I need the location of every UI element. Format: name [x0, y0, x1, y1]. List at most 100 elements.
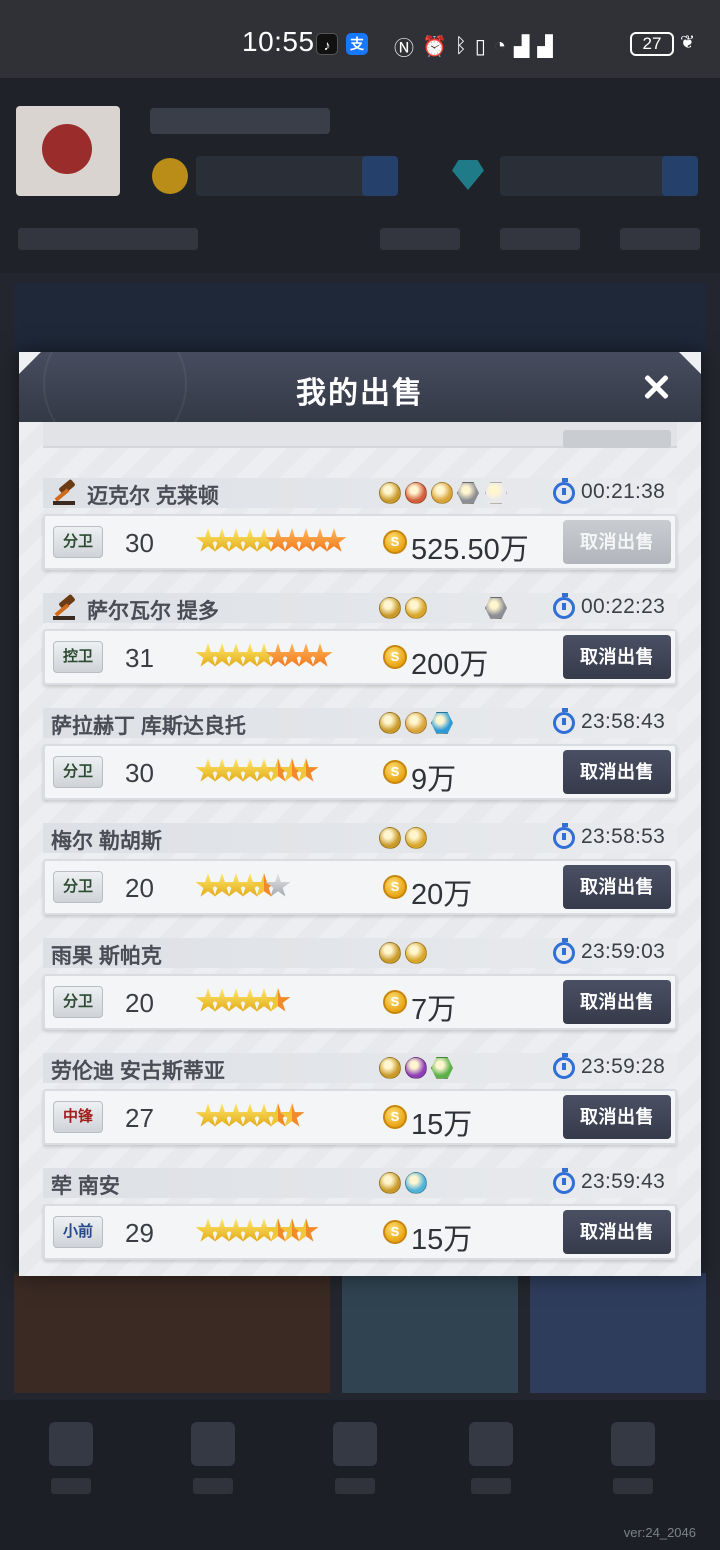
timer-icon	[553, 823, 575, 849]
timer-icon	[553, 708, 575, 734]
list-item: 荦 南安 23:59:43 小前 29 S 15万 取消出售	[43, 1168, 677, 1262]
player-name: 劳伦迪 安古斯蒂亚	[51, 1060, 225, 1083]
position-badge: 控卫	[53, 641, 103, 673]
timer-icon	[553, 593, 575, 619]
list-item: 雨果 斯帕克 23:59:03 分卫 20 S 7万 取消出售	[43, 938, 677, 1032]
skill-badge-icon	[379, 1057, 401, 1079]
skill-badges	[379, 1172, 529, 1194]
timer-icon	[553, 938, 575, 964]
listing-header: 劳伦迪 安古斯蒂亚 23:59:28	[43, 1053, 677, 1083]
list-item: 梅尔 勒胡斯 23:58:53 分卫 20 S 20万 取消出售	[43, 823, 677, 917]
listing-details: 分卫 20 S 7万 取消出售	[43, 974, 677, 1030]
listing-header: 萨尔瓦尔 提多 00:22:23	[43, 593, 677, 623]
coin-icon: S	[383, 1220, 407, 1244]
list-item-partial	[43, 422, 677, 448]
list-item: 萨拉赫丁 库斯达良托 23:58:43 分卫 30 S 9万 取消出售	[43, 708, 677, 802]
skill-badge-icon	[379, 827, 401, 849]
time-remaining: 23:59:03	[581, 940, 666, 963]
list-item: 萨尔瓦尔 提多 00:22:23 控卫 31 S 200万 取消出售	[43, 593, 677, 687]
coin-icon: S	[383, 645, 407, 669]
sale-price: 7万	[411, 994, 457, 1026]
cancel-sale-button[interactable]: 取消出售	[563, 980, 671, 1024]
coin-icon: S	[383, 760, 407, 784]
vibrate-icon: ▯	[474, 36, 486, 58]
time-remaining: 00:21:38	[581, 480, 666, 503]
coin-icon: S	[383, 990, 407, 1014]
skill-badges	[379, 942, 529, 964]
bg-menu-item	[620, 228, 700, 250]
listing-details: 控卫 31 S 200万 取消出售	[43, 629, 677, 685]
coin-icon	[152, 158, 188, 194]
player-name: 荦 南安	[51, 1175, 120, 1198]
sale-price: 20万	[411, 879, 473, 911]
skill-badge-icon	[405, 482, 427, 504]
wifi-icon: ◔	[493, 35, 507, 57]
diamond-icon	[452, 160, 484, 190]
signal-icon: ▟	[537, 36, 553, 58]
listing-details: 分卫 30 S 525.50万 取消出售	[43, 514, 677, 570]
position-badge: 分卫	[53, 986, 103, 1018]
skill-badge-icon	[379, 712, 401, 734]
bg-header	[0, 78, 720, 273]
add-diamond-button	[662, 156, 698, 196]
listing-header: 迈克尔 克莱顿 00:21:38	[43, 478, 677, 508]
nav-item	[188, 1422, 238, 1512]
cancel-sale-button[interactable]: 取消出售	[563, 1210, 671, 1254]
battery-icon: 27	[630, 32, 674, 56]
player-name: 梅尔 勒胡斯	[51, 830, 162, 853]
bg-card	[530, 1273, 706, 1393]
add-coin-button	[362, 156, 398, 196]
coin-icon: S	[383, 1105, 407, 1129]
nav-item	[466, 1422, 516, 1512]
player-level: 29	[125, 1218, 154, 1248]
listing-details: 分卫 30 S 9万 取消出售	[43, 744, 677, 800]
nav-item	[330, 1422, 380, 1512]
cancel-sale-button[interactable]: 取消出售	[563, 865, 671, 909]
position-badge: 中锋	[53, 1101, 103, 1133]
cancel-sale-button[interactable]: 取消出售	[563, 520, 671, 564]
alarm-icon: ⏰	[422, 36, 447, 58]
listing-header: 萨拉赫丁 库斯达良托 23:58:43	[43, 708, 677, 738]
player-level: 20	[125, 873, 154, 903]
bg-menu-item	[18, 228, 198, 250]
bg-team-name	[150, 108, 330, 134]
listing-header: 梅尔 勒胡斯 23:58:53	[43, 823, 677, 853]
skill-badge-icon	[485, 597, 507, 619]
signal-5g-icon: ▟	[514, 36, 530, 58]
position-badge: 分卫	[53, 526, 103, 558]
cancel-sale-button[interactable]: 取消出售	[563, 1095, 671, 1139]
skill-badges	[379, 1057, 529, 1079]
cancel-sale-button[interactable]: 取消出售	[563, 750, 671, 794]
timer-icon	[553, 478, 575, 504]
coin-icon: S	[383, 875, 407, 899]
time-remaining: 23:58:43	[581, 710, 666, 733]
status-time: 10:55	[242, 26, 315, 57]
dialog-header: 我的出售	[19, 352, 701, 422]
player-name: 萨尔瓦尔 提多	[87, 600, 219, 623]
skill-badge-icon	[431, 482, 453, 504]
bg-card	[342, 1273, 518, 1393]
list-item: 劳伦迪 安古斯蒂亚 23:59:28 中锋 27 S 15万 取消出售	[43, 1053, 677, 1147]
skill-badges	[379, 827, 529, 849]
position-badge: 分卫	[53, 871, 103, 903]
player-name: 萨拉赫丁 库斯达良托	[51, 715, 246, 738]
auction-gavel-icon	[51, 478, 79, 505]
sales-list[interactable]: 迈克尔 克莱顿 00:21:38 分卫 30 S 525.50万 取消出售 萨尔瓦尔 提多 00…	[19, 422, 701, 1276]
bg-menu-item	[500, 228, 580, 250]
skill-badge-icon	[405, 942, 427, 964]
listing-details: 小前 29 S 15万 取消出售	[43, 1204, 677, 1260]
close-button[interactable]	[639, 370, 673, 404]
skill-badge-icon	[431, 712, 453, 734]
auction-gavel-icon	[51, 593, 79, 620]
sale-price: 200万	[411, 649, 489, 681]
nav-item	[46, 1422, 96, 1512]
bg-banner	[14, 283, 706, 353]
cancel-sale-button[interactable]: 取消出售	[563, 635, 671, 679]
star-rating	[195, 758, 355, 788]
time-remaining: 23:59:43	[581, 1170, 666, 1193]
time-remaining: 23:58:53	[581, 825, 666, 848]
player-name: 雨果 斯帕克	[51, 945, 162, 968]
sale-price: 15万	[411, 1109, 473, 1141]
player-level: 20	[125, 988, 154, 1018]
player-level: 31	[125, 643, 154, 673]
